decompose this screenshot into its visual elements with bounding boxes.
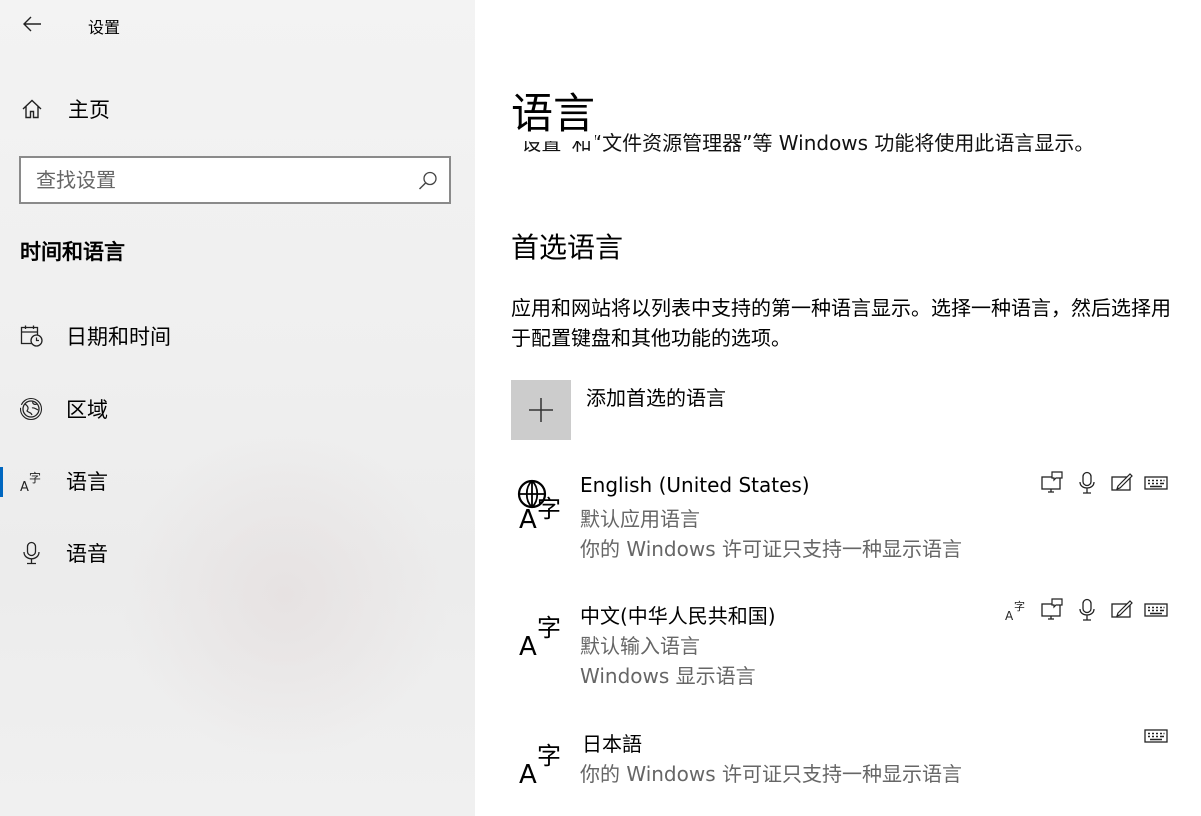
search-icon[interactable] — [417, 170, 439, 192]
search-input[interactable] — [36, 160, 416, 200]
plus-icon — [529, 398, 553, 422]
display-language-icon — [1039, 597, 1065, 623]
preferred-languages-description: 应用和网站将以列表中支持的第一种语言显示。选择一种语言，然后选择用于配置键盘和其… — [511, 296, 1171, 350]
svg-text:字: 字 — [1014, 599, 1025, 613]
main-content: “设置”和“文件资源管理器”等 Windows 功能将使用此语言显示。 语言 首… — [475, 0, 1201, 816]
svg-text:字: 字 — [537, 742, 561, 770]
display-language-note: “设置”和“文件资源管理器”等 Windows 功能将使用此语言显示。 — [511, 131, 1095, 152]
microphone-icon — [1074, 470, 1100, 496]
sidebar-item-language[interactable]: A 字 语言 — [0, 453, 475, 509]
keyboard-icon — [1143, 597, 1169, 623]
language-globe-icon: A 字 — [517, 479, 561, 531]
display-language-icon — [1039, 470, 1065, 496]
svg-text:字: 字 — [537, 495, 561, 523]
add-language-button[interactable]: 添加首选的语言 — [511, 380, 726, 440]
svg-text:A: A — [1005, 609, 1014, 622]
back-button[interactable] — [14, 8, 50, 40]
language-name: English (United States) — [580, 473, 810, 497]
language-pack-icon: A 字 — [1004, 597, 1030, 623]
sidebar-item-region[interactable]: 区域 — [0, 381, 475, 437]
language-icon: A 字 — [519, 614, 561, 658]
language-name: 日本語 — [582, 732, 642, 756]
language-item-chinese[interactable]: A 字 中文(中华人民共和国) 默认输入语言 Windows 显示语言 A 字 — [511, 597, 1171, 696]
language-status: 你的 Windows 许可证只支持一种显示语言 — [580, 537, 962, 561]
keyboard-icon — [1143, 723, 1169, 749]
sidebar-item-date-time[interactable]: 日期和时间 — [0, 308, 475, 364]
sidebar-item-label: 日期和时间 — [66, 325, 171, 349]
settings-window: 设置 主页 时间和语言 — [0, 0, 1201, 816]
page-title: 语言 — [511, 80, 596, 141]
sidebar-item-label: 区域 — [66, 398, 108, 422]
sidebar-item-speech[interactable]: 语音 — [0, 525, 475, 581]
svg-text:字: 字 — [29, 470, 41, 485]
language-status: 默认应用语言 — [580, 507, 700, 531]
nav-home[interactable]: 主页 — [0, 81, 475, 137]
language-icon: A 字 — [20, 469, 44, 493]
preferred-languages-title: 首选语言 — [511, 231, 624, 264]
language-item-japanese[interactable]: A 字 日本語 你的 Windows 许可证只支持一种显示语言 — [511, 728, 1171, 794]
handwriting-icon — [1109, 597, 1135, 623]
microphone-icon — [1074, 597, 1100, 623]
handwriting-icon — [1109, 470, 1135, 496]
language-name: 中文(中华人民共和国) — [580, 604, 776, 628]
svg-text:A: A — [519, 632, 537, 658]
search-box — [19, 156, 451, 204]
microphone-icon — [20, 541, 44, 565]
window-title: 设置 — [88, 18, 121, 37]
language-status: 默认输入语言 — [580, 634, 700, 658]
section-title: 时间和语言 — [20, 240, 125, 264]
calendar-clock-icon — [20, 324, 44, 348]
sidebar-item-label: 语音 — [66, 542, 108, 566]
svg-text:A: A — [20, 480, 29, 493]
home-icon — [20, 97, 44, 121]
keyboard-icon — [1143, 470, 1169, 496]
language-status: 你的 Windows 许可证只支持一种显示语言 — [580, 762, 962, 786]
svg-text:字: 字 — [537, 614, 561, 642]
language-item-english[interactable]: A 字 English (United States) 默认应用语言 你的 Wi… — [511, 470, 1171, 569]
svg-text:A: A — [519, 760, 537, 786]
sidebar: 设置 主页 时间和语言 — [0, 0, 475, 816]
back-arrow-icon — [23, 16, 41, 32]
language-status: Windows 显示语言 — [580, 664, 756, 688]
svg-text:A: A — [519, 505, 537, 531]
language-icon: A 字 — [519, 742, 561, 786]
plus-tile — [511, 380, 571, 440]
nav-home-label: 主页 — [68, 98, 110, 122]
sidebar-item-label: 语言 — [66, 470, 108, 494]
globe-region-icon — [20, 397, 44, 421]
add-language-label: 添加首选的语言 — [586, 386, 726, 410]
